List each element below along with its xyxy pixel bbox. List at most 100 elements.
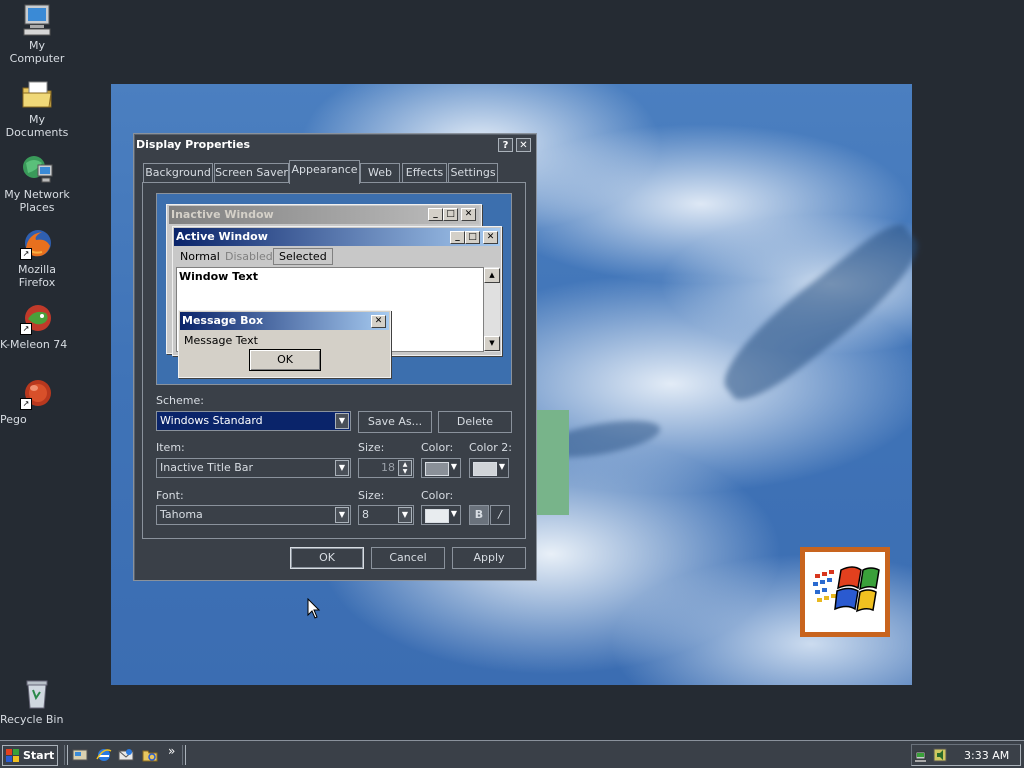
item-size-label: Size: — [358, 441, 385, 454]
font-color-picker[interactable]: ▼ — [421, 505, 461, 525]
network-tray-icon[interactable] — [915, 747, 931, 763]
font-label: Font: — [156, 489, 184, 502]
help-button[interactable]: ? — [498, 138, 513, 152]
desktop-icon-label: Pego — [0, 413, 27, 426]
scroll-down-icon: ▼ — [484, 336, 500, 351]
shortcut-arrow-icon: ↗ — [20, 323, 32, 335]
tab-web[interactable]: Web — [360, 163, 400, 183]
preview-close-icon: ✕ — [461, 208, 476, 221]
scheme-select[interactable]: Windows Standard ▼ — [156, 411, 351, 431]
close-button[interactable]: ✕ — [516, 138, 531, 152]
item-color2-picker[interactable]: ▼ — [469, 458, 509, 478]
taskbar-separator — [182, 745, 186, 765]
desktop-icon-k-meleon[interactable]: ↗ K-Meleon 74 — [0, 303, 74, 351]
start-button[interactable]: Start — [2, 745, 58, 766]
desktop-icon-label: K-Meleon 74 — [0, 338, 68, 351]
quicklaunch-more-button[interactable]: » — [168, 744, 175, 758]
delete-button[interactable]: Delete — [438, 411, 512, 433]
start-label: Start — [23, 749, 55, 762]
mouse-cursor-icon — [307, 598, 321, 619]
chevron-down-icon[interactable]: ▼ — [497, 460, 507, 476]
preview-minimize-icon: _ — [450, 231, 465, 244]
bold-toggle[interactable]: B — [469, 505, 489, 525]
italic-toggle[interactable]: / — [490, 505, 510, 525]
desktop-icon-mozilla-firefox[interactable]: ↗ Mozilla Firefox — [0, 228, 74, 289]
desktop-icon-my-computer[interactable]: My Computer — [0, 4, 74, 65]
desktop-icon-pego[interactable]: ↗ Pego — [0, 378, 74, 426]
tab-screen-saver[interactable]: Screen Saver — [214, 163, 289, 183]
chevron-down-icon[interactable]: ▼ — [335, 507, 349, 523]
chevron-down-icon[interactable]: ▼ — [398, 507, 412, 523]
item-size-value: 18 — [381, 461, 395, 474]
desktop-icon-label: My Documents — [5, 113, 69, 139]
preview-message-close-icon: ✕ — [371, 315, 386, 328]
preview-message-text: Message Text — [184, 334, 258, 347]
preview-menu-disabled: Disabled — [225, 250, 273, 263]
wallpaper-green-strip — [535, 410, 569, 515]
tab-appearance[interactable]: Appearance — [289, 160, 360, 184]
internet-explorer-icon[interactable] — [96, 747, 112, 763]
font-size-select[interactable]: 8 ▼ — [358, 505, 414, 525]
font-size-value: 8 — [362, 508, 369, 521]
chevron-down-icon[interactable]: ▼ — [335, 460, 349, 476]
item-select[interactable]: Inactive Title Bar ▼ — [156, 458, 351, 478]
volume-tray-icon[interactable] — [932, 747, 948, 763]
preview-menu-selected: Selected — [273, 248, 333, 265]
wallpaper-diver-shadow — [707, 216, 935, 412]
item-color-swatch — [425, 462, 449, 476]
network-icon — [20, 153, 54, 185]
preview-message-box-title: Message Box — [182, 314, 264, 327]
tab-background[interactable]: Background — [143, 163, 213, 183]
desktop-icon-my-network-places[interactable]: My Network Places — [0, 153, 74, 214]
shortcut-arrow-icon: ↗ — [20, 398, 32, 410]
dialog-title: Display Properties — [136, 138, 251, 151]
apply-button[interactable]: Apply — [452, 547, 526, 569]
cancel-button[interactable]: Cancel — [371, 547, 445, 569]
pego-icon: ↗ — [20, 378, 54, 410]
tab-effects[interactable]: Effects — [402, 163, 447, 183]
item-color-label: Color: — [421, 441, 454, 454]
preview-message-box-title-bar: Message Box — [180, 312, 389, 330]
firefox-icon: ↗ — [20, 228, 54, 260]
item-label: Item: — [156, 441, 185, 454]
chevron-down-icon[interactable]: ▼ — [335, 413, 349, 429]
item-value: Inactive Title Bar — [160, 461, 254, 474]
windows-flag-icon — [6, 749, 19, 762]
save-as-button[interactable]: Save As... — [358, 411, 432, 433]
preview-ok-button: OK — [249, 349, 321, 371]
outlook-express-icon[interactable] — [118, 747, 134, 763]
windows-explorer-icon[interactable] — [142, 747, 158, 763]
preview-window-text: Window Text — [179, 270, 259, 283]
preview-menu-normal: Normal — [180, 250, 220, 263]
font-color-label: Color: — [421, 489, 454, 502]
scheme-value: Windows Standard — [160, 414, 263, 427]
dialog-title-bar[interactable]: Display Properties ? ✕ — [135, 135, 533, 155]
chevron-down-icon[interactable]: ▼ — [449, 507, 459, 523]
item-color2-label: Color 2: — [469, 441, 512, 454]
preview-maximize-icon: □ — [465, 231, 480, 244]
computer-icon — [20, 4, 54, 36]
ok-button[interactable]: OK — [290, 547, 364, 569]
recycle-bin-icon — [20, 678, 54, 710]
desktop-icon-recycle-bin[interactable]: Recycle Bin — [0, 678, 74, 726]
show-desktop-icon[interactable] — [72, 747, 88, 763]
clock[interactable]: 3:33 AM — [964, 749, 1009, 762]
item-color-picker[interactable]: ▼ — [421, 458, 461, 478]
spin-arrows-icon[interactable]: ▲ ▼ — [398, 460, 412, 476]
desktop-icon-my-documents[interactable]: My Documents — [0, 78, 74, 139]
windows-logo-icon — [800, 547, 890, 637]
font-select[interactable]: Tahoma ▼ — [156, 505, 351, 525]
font-value: Tahoma — [160, 508, 203, 521]
item-size-stepper[interactable]: 18 ▲ ▼ — [358, 458, 414, 478]
desktop-icon-label: My Computer — [9, 39, 65, 65]
k-meleon-icon: ↗ — [20, 303, 54, 335]
scheme-label: Scheme: — [156, 394, 204, 407]
item-color2-swatch — [473, 462, 497, 476]
chevron-down-icon[interactable]: ▼ — [449, 460, 459, 476]
font-size-label: Size: — [358, 489, 385, 502]
tab-settings[interactable]: Settings — [448, 163, 498, 183]
preview-close-icon: ✕ — [483, 231, 498, 244]
desktop-icon-label: My Network Places — [4, 188, 70, 214]
taskbar: Start » 3:33 AM — [0, 740, 1024, 768]
scroll-up-icon: ▲ — [484, 268, 500, 283]
